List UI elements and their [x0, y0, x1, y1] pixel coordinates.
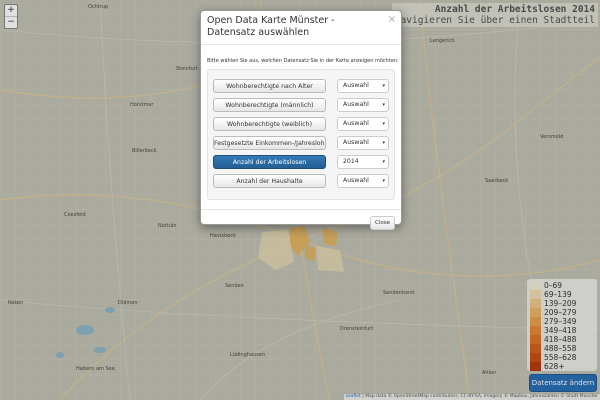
dataset-list: Wohnberechtigte nach Alter Auswahl ▾ Wohnbe… [207, 69, 395, 200]
dataset-select-value: Auswahl [343, 101, 369, 108]
dataset-button[interactable]: Wohnberechtigte (weiblich) [213, 117, 326, 131]
chevron-down-icon: ▾ [382, 121, 385, 127]
close-button[interactable]: Close [370, 216, 395, 230]
dataset-button[interactable]: Wohnberechtigte (männlich) [213, 98, 326, 112]
dataset-button[interactable]: Anzahl der Haushalte [213, 174, 326, 188]
chevron-down-icon: ▾ [382, 178, 385, 184]
dataset-modal: Open Data Karte Münster - Datensatz ausw… [200, 10, 402, 230]
dataset-select[interactable]: Auswahl ▾ [337, 79, 389, 93]
dataset-select[interactable]: Auswahl ▾ [337, 136, 389, 150]
dataset-button[interactable]: Wohnberechtigte nach Alter [213, 79, 326, 93]
dataset-select[interactable]: Auswahl ▾ [337, 117, 389, 131]
dataset-select-value: Auswahl [343, 82, 369, 89]
modal-divider [201, 209, 401, 210]
dataset-select-value: Auswahl [343, 139, 369, 146]
dataset-select[interactable]: 2014 ▾ [337, 155, 389, 169]
modal-description: Bitte wählen Sie aus, welchen Datensatz … [207, 58, 399, 64]
chevron-down-icon: ▾ [382, 159, 385, 165]
dataset-select-value: Auswahl [343, 120, 369, 127]
close-icon[interactable]: × [388, 14, 396, 25]
chevron-down-icon: ▾ [382, 102, 385, 108]
dataset-select[interactable]: Auswahl ▾ [337, 98, 389, 112]
dataset-select-value: Auswahl [343, 177, 369, 184]
dataset-select[interactable]: Auswahl ▾ [337, 174, 389, 188]
modal-title: Open Data Karte Münster - Datensatz ausw… [207, 15, 335, 38]
dataset-button[interactable]: Anzahl der Arbeitslosen [213, 155, 326, 169]
chevron-down-icon: ▾ [382, 83, 385, 89]
modal-divider [201, 44, 401, 45]
dataset-button[interactable]: Festgesetzte Einkommen-/Jahreslohnsteuer [213, 136, 326, 150]
chevron-down-icon: ▾ [382, 140, 385, 146]
dataset-select-value: 2014 [343, 158, 359, 165]
